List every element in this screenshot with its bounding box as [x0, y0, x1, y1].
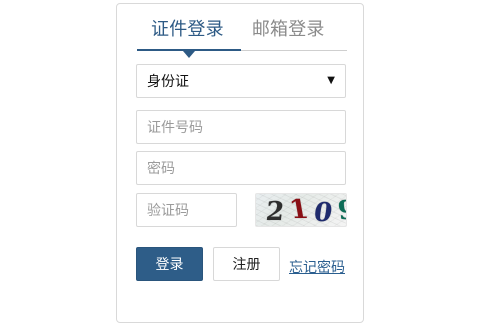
id-number-input[interactable]: 证件号码	[136, 110, 346, 144]
login-tabs: 证件登录 邮箱登录	[137, 16, 347, 58]
id-type-select[interactable]: 身份证 ▼	[136, 64, 346, 98]
password-placeholder: 密码	[147, 161, 175, 177]
captcha-placeholder: 验证码	[147, 203, 189, 219]
tab-email-login-label: 邮箱登录	[251, 19, 325, 40]
captcha-code: 2 1 0 9	[264, 194, 347, 227]
password-input[interactable]: 密码	[136, 151, 346, 185]
captcha-char-3: 0	[312, 198, 336, 227]
login-button[interactable]: 登录	[136, 247, 203, 281]
tab-id-login-label: 证件登录	[151, 19, 224, 40]
active-tab-caret-icon	[183, 51, 195, 58]
id-type-selected-value: 身份证	[147, 74, 189, 90]
captcha-input[interactable]: 验证码	[136, 193, 237, 227]
login-button-label: 登录	[155, 257, 184, 273]
captcha-char-4: 9	[336, 196, 347, 226]
id-number-placeholder: 证件号码	[147, 120, 203, 136]
register-button-label: 注册	[232, 257, 261, 273]
tab-id-login[interactable]: 证件登录	[137, 16, 238, 44]
tab-email-login[interactable]: 邮箱登录	[238, 16, 339, 44]
captcha-image[interactable]: 2 1 0 9	[255, 193, 347, 227]
caret-down-icon: ▼	[327, 75, 335, 86]
captcha-char-1: 2	[264, 197, 287, 227]
captcha-char-2: 1	[287, 195, 312, 225]
register-button[interactable]: 注册	[213, 247, 280, 281]
forgot-password-label: 忘记密码	[289, 260, 345, 276]
forgot-password-link[interactable]: 忘记密码	[289, 257, 345, 277]
login-panel: 证件登录 邮箱登录 身份证 ▼ 证件号码 密码 验证码 2 1 0 9 登录 注…	[116, 3, 364, 323]
